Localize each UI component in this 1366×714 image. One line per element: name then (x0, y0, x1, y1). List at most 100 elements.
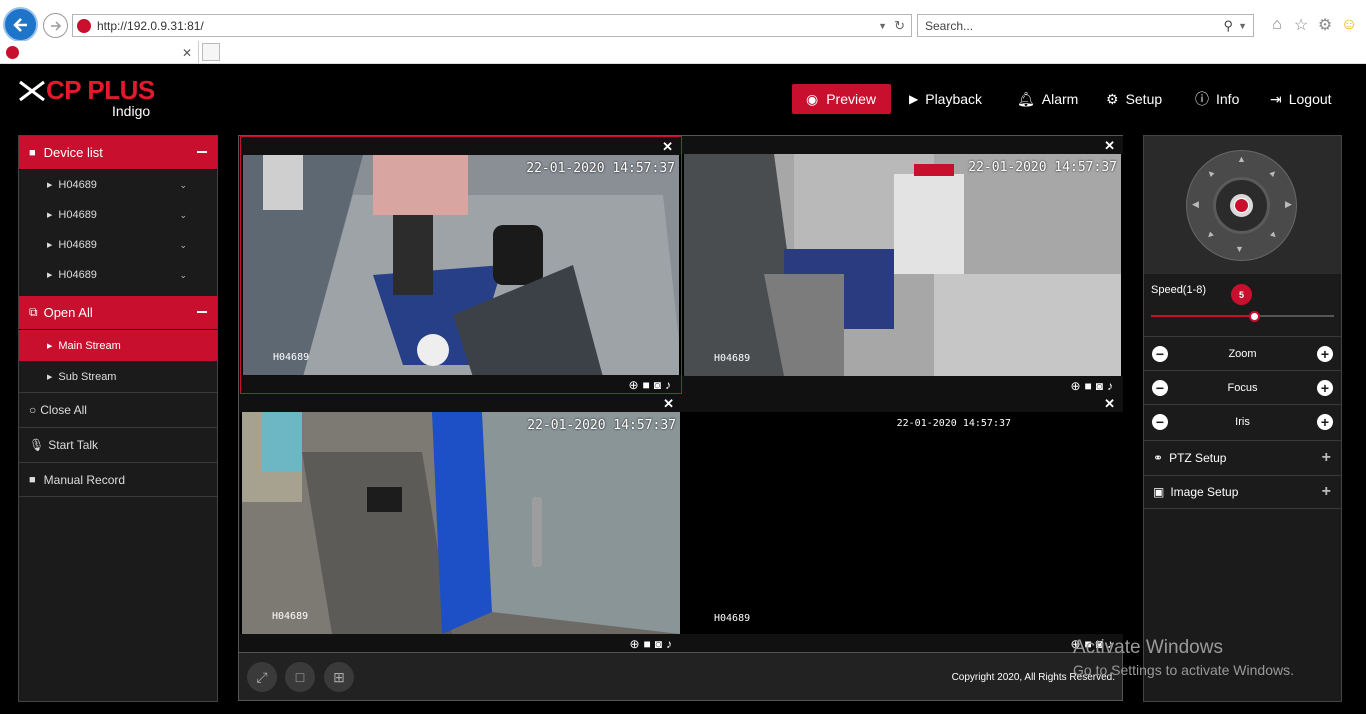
refresh-icon[interactable]: ↻ (894, 18, 905, 34)
device-name: H04689 (58, 269, 97, 281)
quad-view-button[interactable]: ⊞ (324, 662, 354, 692)
grid-four-icon: ⊞ (333, 668, 345, 685)
record-icon[interactable]: ■ (643, 378, 654, 392)
address-bar[interactable]: http://192.0.9.31:81/ ▼ ↻ (72, 14, 912, 37)
audio-icon[interactable]: ♪ (665, 378, 675, 392)
tab-close-icon[interactable]: ✕ (182, 46, 192, 60)
zoom-in-button[interactable]: + (1317, 345, 1333, 362)
device-list-header[interactable]: ■ Device list (19, 136, 217, 170)
device-name: H04689 (58, 209, 97, 221)
arrow-down-icon[interactable]: ▼ (1235, 244, 1244, 254)
open-all-header[interactable]: ⧉ Open All (19, 296, 217, 330)
caret-right-icon: ▶ (47, 182, 53, 189)
nav-playback-label: Playback (925, 91, 983, 107)
search-icon[interactable]: ⚲ (1223, 18, 1233, 34)
device-item[interactable]: ▶ H04689 ⌄ (19, 260, 217, 290)
device-item[interactable]: ▶ H04689 ⌄ (19, 170, 217, 200)
cell-tools[interactable]: ⊕■◙♪ (629, 637, 676, 651)
record-icon[interactable]: ■ (1085, 379, 1096, 393)
favorites-star-icon[interactable]: ☆ (1290, 14, 1312, 36)
snapshot-icon[interactable]: ◙ (1096, 379, 1107, 393)
iris-label: Iris (1235, 415, 1250, 428)
close-icon[interactable]: ✕ (1104, 396, 1115, 412)
dropdown-icon[interactable]: ▼ (878, 21, 887, 31)
sub-stream-option[interactable]: ▶ Sub Stream (19, 361, 217, 392)
zoom-in-icon[interactable]: ⊕ (1070, 379, 1084, 393)
smiley-feedback-icon[interactable]: ☺ (1338, 14, 1360, 36)
chevron-down-icon[interactable]: ⌄ (179, 210, 187, 221)
nav-alarm[interactable]: 🔔︎ Alarm (1017, 84, 1078, 114)
cell-tools[interactable]: ⊕■◙♪ (628, 378, 675, 392)
chevron-down-icon[interactable]: ⌄ (179, 240, 187, 251)
channel-label: H04689 (273, 352, 310, 363)
arrow-up-icon[interactable]: ▲ (1237, 154, 1246, 164)
arrow-right-icon[interactable]: ▶ (1285, 199, 1292, 210)
back-button[interactable] (3, 7, 38, 42)
nav-info[interactable]: ⓘ Info (1195, 84, 1239, 114)
iris-plus-button[interactable]: + (1317, 413, 1333, 430)
nav-preview[interactable]: ◉ Preview (792, 84, 891, 114)
single-view-button[interactable]: □ (285, 662, 315, 692)
main-stream-option[interactable]: ▶ Main Stream (19, 330, 217, 361)
chevron-down-icon[interactable]: ⌄ (179, 270, 187, 281)
speed-value-bubble: 5 (1231, 284, 1252, 305)
focus-plus-button[interactable]: + (1317, 379, 1333, 396)
close-icon[interactable]: ✕ (663, 396, 674, 412)
expand-plus-icon[interactable]: + (1322, 483, 1331, 501)
start-talk-button[interactable]: 🎙︎ Start Talk (19, 427, 217, 462)
cell-titlebar (240, 394, 682, 412)
browser-tab[interactable]: CP Plus | Indigo DVR ✕ (0, 41, 199, 64)
search-dropdown-icon[interactable]: ▼ (1238, 21, 1247, 31)
home-icon[interactable]: ⌂ (1266, 14, 1288, 36)
audio-icon[interactable]: ♪ (666, 637, 676, 651)
nav-logout[interactable]: ⇥ Logout (1270, 84, 1332, 114)
image-setup-row[interactable]: ▣ Image Setup + (1144, 475, 1341, 509)
manual-record-button[interactable]: ■ Manual Record (19, 462, 217, 497)
cell-toolbar (240, 634, 682, 652)
video-cell[interactable]: ✕ 22-01-2020 14:57:37 H04689 ⊕■◙♪ (682, 136, 1123, 394)
snapshot-icon[interactable]: ◙ (654, 378, 665, 392)
close-all-button[interactable]: ○ Close All (19, 392, 217, 427)
record-icon[interactable]: ■ (644, 637, 655, 651)
camera-image (684, 154, 1121, 376)
info-icon: ⓘ (1195, 91, 1209, 107)
fullscreen-button[interactable]: ⤢ (247, 662, 277, 692)
caret-right-icon: ▶ (47, 342, 53, 350)
nav-setup[interactable]: ⚙ Setup (1106, 84, 1162, 114)
activate-windows-title: Activate Windows (1073, 637, 1223, 658)
zoom-out-button[interactable]: − (1152, 345, 1168, 362)
zoom-in-icon[interactable]: ⊕ (628, 378, 642, 392)
audio-icon[interactable]: ♪ (1107, 379, 1117, 393)
focus-minus-button[interactable]: − (1152, 379, 1168, 396)
video-cell[interactable]: ✕ 22-01-2020 14:57:37 H04689 ⊕■◙♪ (240, 136, 682, 394)
snapshot-icon[interactable]: ◙ (655, 637, 666, 651)
arrow-left-icon[interactable]: ◀ (1192, 199, 1199, 210)
speed-slider-handle[interactable] (1249, 311, 1260, 322)
collapse-icon[interactable] (197, 151, 207, 153)
tab-favicon-icon (6, 46, 19, 59)
external-link-icon: ⧉ (29, 305, 38, 319)
device-item[interactable]: ▶ H04689 ⌄ (19, 200, 217, 230)
ptz-setup-row[interactable]: ⚭ PTZ Setup + (1144, 440, 1341, 474)
close-icon[interactable]: ✕ (1104, 138, 1115, 154)
zoom-control: − Zoom + (1144, 336, 1341, 370)
new-tab-button[interactable] (202, 43, 220, 61)
expand-plus-icon[interactable]: + (1322, 449, 1331, 467)
image-setup-icon: ▣ (1153, 485, 1165, 499)
collapse-icon[interactable] (197, 311, 207, 313)
settings-gear-icon[interactable]: ⚙ (1314, 14, 1336, 36)
search-input[interactable]: Search... ⚲ ▼ (917, 14, 1254, 37)
address-text: http://192.0.9.31:81/ (97, 18, 204, 33)
iris-minus-button[interactable]: − (1152, 413, 1168, 430)
zoom-in-icon[interactable]: ⊕ (629, 637, 643, 651)
gear-icon: ⚙ (1106, 90, 1119, 107)
forward-button[interactable] (43, 13, 68, 38)
cp-plus-logo: CP PLUS Indigo (18, 75, 158, 124)
video-cell[interactable]: ✕ 22-01-2020 14:57:37 H04689 ⊕■◙♪ (682, 394, 1123, 652)
cell-tools[interactable]: ⊕■◙♪ (1070, 379, 1117, 393)
video-cell[interactable]: ✕ 22-01-2020 14:57:37 H04689 ⊕■◙♪ (240, 394, 682, 652)
chevron-down-icon[interactable]: ⌄ (179, 180, 187, 191)
close-icon[interactable]: ✕ (662, 139, 673, 155)
device-item[interactable]: ▶ H04689 ⌄ (19, 230, 217, 260)
nav-playback[interactable]: ▶ Playback (909, 84, 982, 114)
